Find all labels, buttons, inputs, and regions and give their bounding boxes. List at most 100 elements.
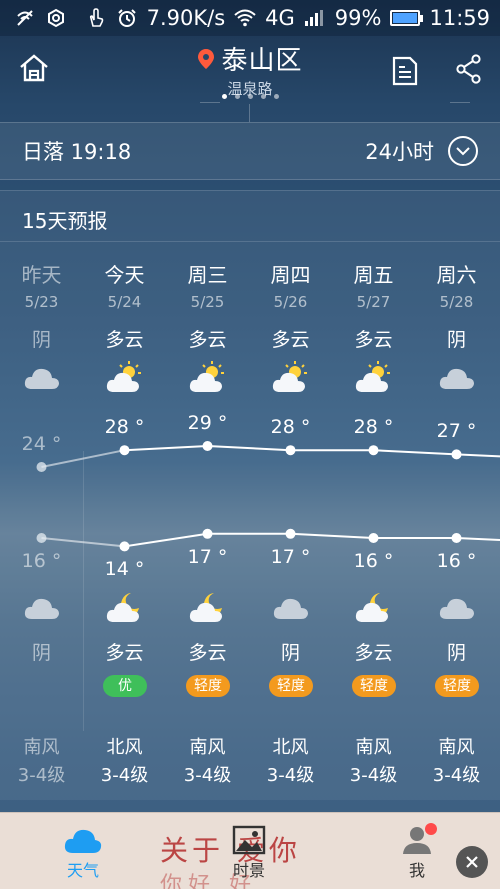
aqi-badge: 优 (103, 675, 147, 697)
gesture-hand-icon (85, 7, 107, 29)
day-date: 5/28 (439, 293, 474, 311)
close-ad-button[interactable] (456, 846, 488, 878)
header-divider-vert (249, 104, 250, 122)
forecast-day-column[interactable]: 周六 5/28 阴 27 ° 16 ° 阴 轻度 南风 3-4级 (415, 191, 498, 801)
hourly-label: 24小时 (365, 140, 434, 164)
nav-weather-label: 天气 (66, 861, 99, 880)
network-type: 4G (265, 6, 295, 30)
partly-cloudy-moon-icon (188, 589, 228, 625)
signal-strength-icon (304, 7, 326, 29)
wind-direction: 南风 (23, 737, 60, 758)
wind-direction: 北风 (106, 737, 143, 758)
low-temp-label: 16 ° (353, 550, 394, 572)
page-dot (247, 94, 253, 99)
low-temp-label: 17 ° (187, 545, 228, 568)
picture-icon (232, 825, 266, 855)
partly-cloudy-sun-icon (188, 359, 228, 395)
high-temp-label: 24 ° (21, 433, 62, 455)
aqi-badge: 轻度 (186, 675, 230, 697)
battery-icon (390, 10, 424, 26)
low-temp-label: 16 ° (436, 550, 477, 572)
hourly-toggle[interactable]: 24小时 (365, 136, 478, 166)
low-temp-label: 16 ° (21, 550, 62, 572)
forecast-day-column[interactable]: 今天 5/24 多云 28 ° 14 ° 多云 优 北风 3-4级 (83, 191, 166, 801)
wind-level: 3-4级 (432, 765, 481, 786)
alarm-clock-icon (116, 7, 138, 29)
day-condition: 多云 (354, 329, 393, 351)
cloud-icon (22, 589, 62, 625)
high-temp-label: 29 ° (187, 412, 228, 434)
night-condition: 多云 (188, 642, 227, 664)
weather-cloud-icon (64, 829, 102, 853)
low-temp-label: 17 ° (270, 545, 311, 568)
day-name: 周三 (187, 263, 228, 287)
document-icon (392, 56, 418, 86)
wind-direction: 南风 (438, 737, 475, 758)
close-icon (466, 856, 478, 868)
nav-time-view-label: 时景 (232, 861, 265, 880)
day-date: 5/25 (190, 293, 225, 311)
day-condition: 多云 (188, 329, 227, 351)
forecast-day-column[interactable]: 周三 5/25 多云 29 ° 17 ° 多云 轻度 南风 3-4级 (166, 191, 249, 801)
day-date: 5/26 (273, 293, 308, 311)
location-pin-icon (198, 48, 215, 69)
status-left (14, 7, 67, 29)
day-condition: 多云 (105, 329, 144, 351)
partly-cloudy-moon-icon (354, 589, 394, 625)
wind-level: 3-4级 (349, 765, 398, 786)
sunset-time: 日落 19:18 (22, 140, 132, 164)
page-dot (221, 94, 227, 99)
clock-time: 11:59 (429, 6, 490, 30)
day-date: 5/24 (107, 293, 142, 311)
cloud-icon (437, 589, 477, 625)
cloud-icon (437, 359, 477, 395)
sunset-card: 日落 19:18 24小时 (0, 122, 500, 180)
wind-direction: 南风 (189, 737, 226, 758)
forecast-day-column[interactable]: 周五 5/27 多云 28 ° 16 ° 多云 轻度 南风 3-4级 (332, 191, 415, 801)
day-name: 周五 (353, 263, 394, 287)
day-name: 周四 (270, 263, 311, 287)
page-dot (273, 94, 279, 99)
low-temp-label: 14 ° (104, 558, 145, 581)
page-dot (234, 94, 240, 99)
header-divider-left (200, 102, 220, 103)
share-button[interactable] (455, 54, 483, 84)
night-condition: 阴 (280, 642, 300, 664)
partly-cloudy-sun-icon (271, 359, 311, 395)
high-temp-label: 27 ° (436, 420, 477, 443)
forecast-day-column[interactable]: 周四 5/26 多云 28 ° 17 ° 阴 轻度 北风 3-4级 (249, 191, 332, 801)
bottom-bar: 关于 爱你 你好 好 天气 时景 我 (0, 812, 500, 889)
news-button[interactable] (392, 56, 418, 86)
city-selector[interactable]: 泰山区 温泉路 (0, 40, 500, 99)
partly-cloudy-moon-icon (105, 589, 145, 625)
battery-percent: 99% (334, 6, 382, 30)
status-right: 7.90K/s 4G 99% 11:59 (85, 6, 490, 30)
wifi-icon (234, 7, 256, 29)
nav-time-view[interactable]: 时景 (214, 817, 284, 881)
nav-weather[interactable]: 天气 (48, 817, 118, 881)
nav-me[interactable]: 我 (382, 817, 452, 881)
cloud-icon (22, 359, 62, 395)
notification-dot (425, 823, 437, 835)
day-condition: 阴 (446, 329, 466, 351)
no-wifi-call-icon (14, 7, 36, 29)
aqi-badge: 轻度 (352, 675, 396, 697)
settings-hex-icon (45, 7, 67, 29)
forecast-day-column[interactable]: 昨天 5/23 阴 24 ° 16 ° 阴 南风 3-4级 (0, 191, 83, 801)
wind-level: 3-4级 (100, 765, 149, 786)
page-dot (260, 94, 266, 99)
city-row: 泰山区 (197, 40, 302, 77)
city-page-indicator (0, 94, 500, 99)
network-speed: 7.90K/s (146, 6, 226, 30)
night-condition: 多云 (354, 642, 393, 664)
night-condition: 阴 (446, 642, 466, 664)
night-condition: 阴 (31, 642, 51, 664)
wind-level: 3-4级 (17, 765, 66, 786)
header-divider-right (450, 102, 470, 103)
status-bar: 7.90K/s 4G 99% 11:59 (0, 0, 500, 36)
day-condition: 多云 (271, 329, 310, 351)
share-icon (456, 54, 481, 84)
city-name: 泰山区 (221, 46, 303, 76)
day-condition: 阴 (31, 329, 51, 351)
day-date: 5/27 (356, 293, 391, 311)
